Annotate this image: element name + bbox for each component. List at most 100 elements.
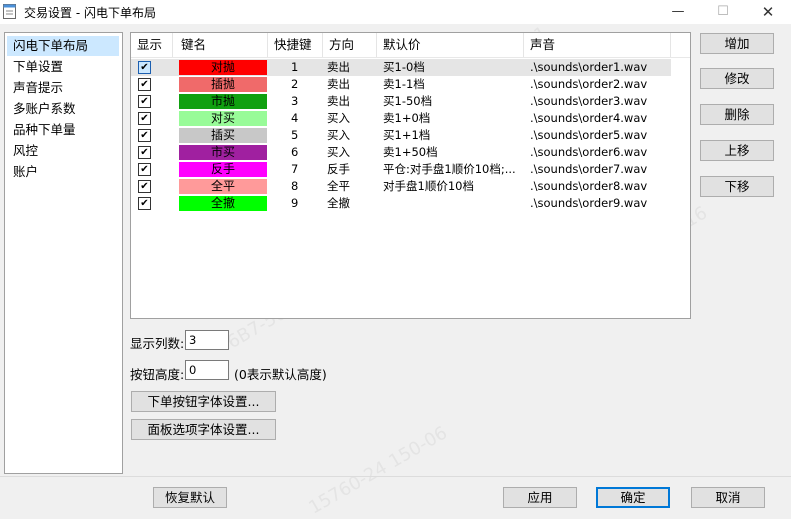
direction-cell: 全平: [327, 179, 350, 193]
sound-cell: .\sounds\order6.wav: [530, 145, 648, 159]
direction-cell: 买入: [327, 145, 350, 159]
nav-item-multi-account[interactable]: 多账户系数: [7, 99, 76, 119]
table-row[interactable]: ✔ 对抛 1 卖出 买1-0档 .\sounds\order1.wav: [131, 59, 671, 76]
column-header-hotkey[interactable]: 快捷键: [268, 33, 323, 57]
default-price-cell: 卖1-1档: [383, 77, 425, 91]
show-checkbox[interactable]: ✔: [138, 146, 151, 159]
direction-cell: 全撤: [327, 196, 350, 210]
watermark: 15760-24 150-06: [305, 422, 451, 519]
nav-item-flash-layout[interactable]: 闪电下单布局: [7, 36, 119, 56]
direction-cell: 卖出: [327, 60, 350, 74]
order-font-button[interactable]: 下单按钮字体设置...: [131, 391, 276, 412]
show-checkbox[interactable]: ✔: [138, 129, 151, 142]
hotkey-cell: 9: [291, 196, 299, 210]
restore-defaults-button[interactable]: 恢复默认: [153, 487, 227, 508]
apply-button[interactable]: 应用: [503, 487, 577, 508]
hotkey-cell: 5: [291, 128, 299, 142]
nav-item-account[interactable]: 账户: [7, 162, 38, 182]
show-checkbox[interactable]: ✔: [138, 95, 151, 108]
table-row[interactable]: ✔ 市抛 3 卖出 买1-50档 .\sounds\order3.wav: [131, 93, 671, 110]
direction-cell: 卖出: [327, 94, 350, 108]
footer-divider: [0, 476, 791, 477]
default-price-cell: 买1+1档: [383, 128, 431, 142]
add-button[interactable]: 增加: [700, 33, 774, 54]
default-price-cell: 卖1+50档: [383, 145, 438, 159]
nav-item-order-settings[interactable]: 下单设置: [7, 57, 63, 77]
sound-cell: .\sounds\order1.wav: [530, 60, 648, 74]
move-up-button[interactable]: 上移: [700, 140, 774, 161]
nav-item-product-volume[interactable]: 品种下单量: [7, 120, 76, 140]
app-icon: [3, 4, 16, 19]
button-name-swatch: 市买: [179, 145, 267, 160]
button-name-swatch: 全平: [179, 179, 267, 194]
nav-item-sound-alerts[interactable]: 声音提示: [7, 78, 63, 98]
show-checkbox[interactable]: ✔: [138, 78, 151, 91]
move-down-button[interactable]: 下移: [700, 176, 774, 197]
button-list-table: 显示 键名 快捷键 方向 默认价 声音 ✔ 对抛 1 卖出 买1-0档 .\sounds\…: [130, 32, 691, 319]
table-row[interactable]: ✔ 插抛 2 卖出 卖1-1档 .\sounds\order2.wav: [131, 76, 671, 93]
default-price-cell: 平仓:对手盘1顺价10档;...: [383, 162, 516, 176]
sound-cell: .\sounds\order4.wav: [530, 111, 648, 125]
show-checkbox[interactable]: ✔: [138, 112, 151, 125]
button-height-label: 按钮高度:: [130, 367, 185, 382]
maximize-icon[interactable]: ☐: [700, 0, 746, 24]
column-header-sound[interactable]: 声音: [524, 33, 671, 57]
show-checkbox[interactable]: ✔: [138, 197, 151, 210]
default-price-cell: 对手盘1顺价10档: [383, 179, 474, 193]
button-name-swatch: 市抛: [179, 94, 267, 109]
hotkey-cell: 2: [291, 77, 299, 91]
table-row[interactable]: ✔ 市买 6 买入 卖1+50档 .\sounds\order6.wav: [131, 144, 671, 161]
table-row[interactable]: ✔ 对买 4 买入 卖1+0档 .\sounds\order4.wav: [131, 110, 671, 127]
direction-cell: 买入: [327, 111, 350, 125]
sound-cell: .\sounds\order5.wav: [530, 128, 648, 142]
default-price-cell: 买1-0档: [383, 60, 425, 74]
delete-button[interactable]: 删除: [700, 104, 774, 125]
window-title: 交易设置 - 闪电下单布局: [24, 6, 156, 20]
button-name-swatch: 插买: [179, 128, 267, 143]
panel-font-button[interactable]: 面板选项字体设置...: [131, 419, 276, 440]
title-bar: 交易设置 - 闪电下单布局 — ☐ ✕: [0, 0, 791, 24]
settings-nav: 闪电下单布局 下单设置 声音提示 多账户系数 品种下单量 风控 账户: [4, 32, 123, 474]
sound-cell: .\sounds\order8.wav: [530, 179, 648, 193]
column-header-name[interactable]: 键名: [173, 33, 268, 57]
button-name-swatch: 插抛: [179, 77, 267, 92]
direction-cell: 卖出: [327, 77, 350, 91]
show-checkbox[interactable]: ✔: [138, 163, 151, 176]
columns-label: 显示列数:: [130, 336, 185, 351]
sound-cell: .\sounds\order3.wav: [530, 94, 648, 108]
direction-cell: 反手: [327, 162, 350, 176]
hotkey-cell: 4: [291, 111, 299, 125]
hotkey-cell: 6: [291, 145, 299, 159]
hotkey-cell: 7: [291, 162, 299, 176]
button-height-hint: (0表示默认高度): [234, 367, 327, 382]
ok-button[interactable]: 确定: [596, 487, 670, 508]
show-checkbox[interactable]: ✔: [138, 180, 151, 193]
direction-cell: 买入: [327, 128, 350, 142]
default-price-cell: 卖1+0档: [383, 111, 431, 125]
cancel-button[interactable]: 取消: [691, 487, 765, 508]
table-row[interactable]: ✔ 反手 7 反手 平仓:对手盘1顺价10档;... .\sounds\order7.wa…: [131, 161, 671, 178]
table-row[interactable]: ✔ 全平 8 全平 对手盘1顺价10档 .\sounds\order8.wav: [131, 178, 671, 195]
column-header-default-price[interactable]: 默认价: [377, 33, 524, 57]
column-header-direction[interactable]: 方向: [323, 33, 377, 57]
button-name-swatch: 对买: [179, 111, 267, 126]
default-price-cell: 买1-50档: [383, 94, 433, 108]
default-price-cell: [383, 195, 525, 212]
hotkey-cell: 8: [291, 179, 299, 193]
sound-cell: .\sounds\order2.wav: [530, 77, 648, 91]
table-row[interactable]: ✔ 插买 5 买入 买1+1档 .\sounds\order5.wav: [131, 127, 671, 144]
button-name-swatch: 反手: [179, 162, 267, 177]
minimize-icon[interactable]: —: [655, 0, 701, 24]
sound-cell: .\sounds\order7.wav: [530, 162, 648, 176]
button-name-swatch: 对抛: [179, 60, 267, 75]
columns-input[interactable]: 3: [185, 330, 229, 350]
table-row[interactable]: ✔ 全撤 9 全撤 .\sounds\order9.wav: [131, 195, 671, 212]
edit-button[interactable]: 修改: [700, 68, 774, 89]
hotkey-cell: 1: [291, 60, 299, 74]
button-height-input[interactable]: 0: [185, 360, 229, 380]
column-header-show[interactable]: 显示: [131, 33, 173, 57]
close-icon[interactable]: ✕: [745, 0, 791, 24]
show-checkbox[interactable]: ✔: [138, 61, 151, 74]
hotkey-cell: 3: [291, 94, 299, 108]
nav-item-risk-control[interactable]: 风控: [7, 141, 38, 161]
